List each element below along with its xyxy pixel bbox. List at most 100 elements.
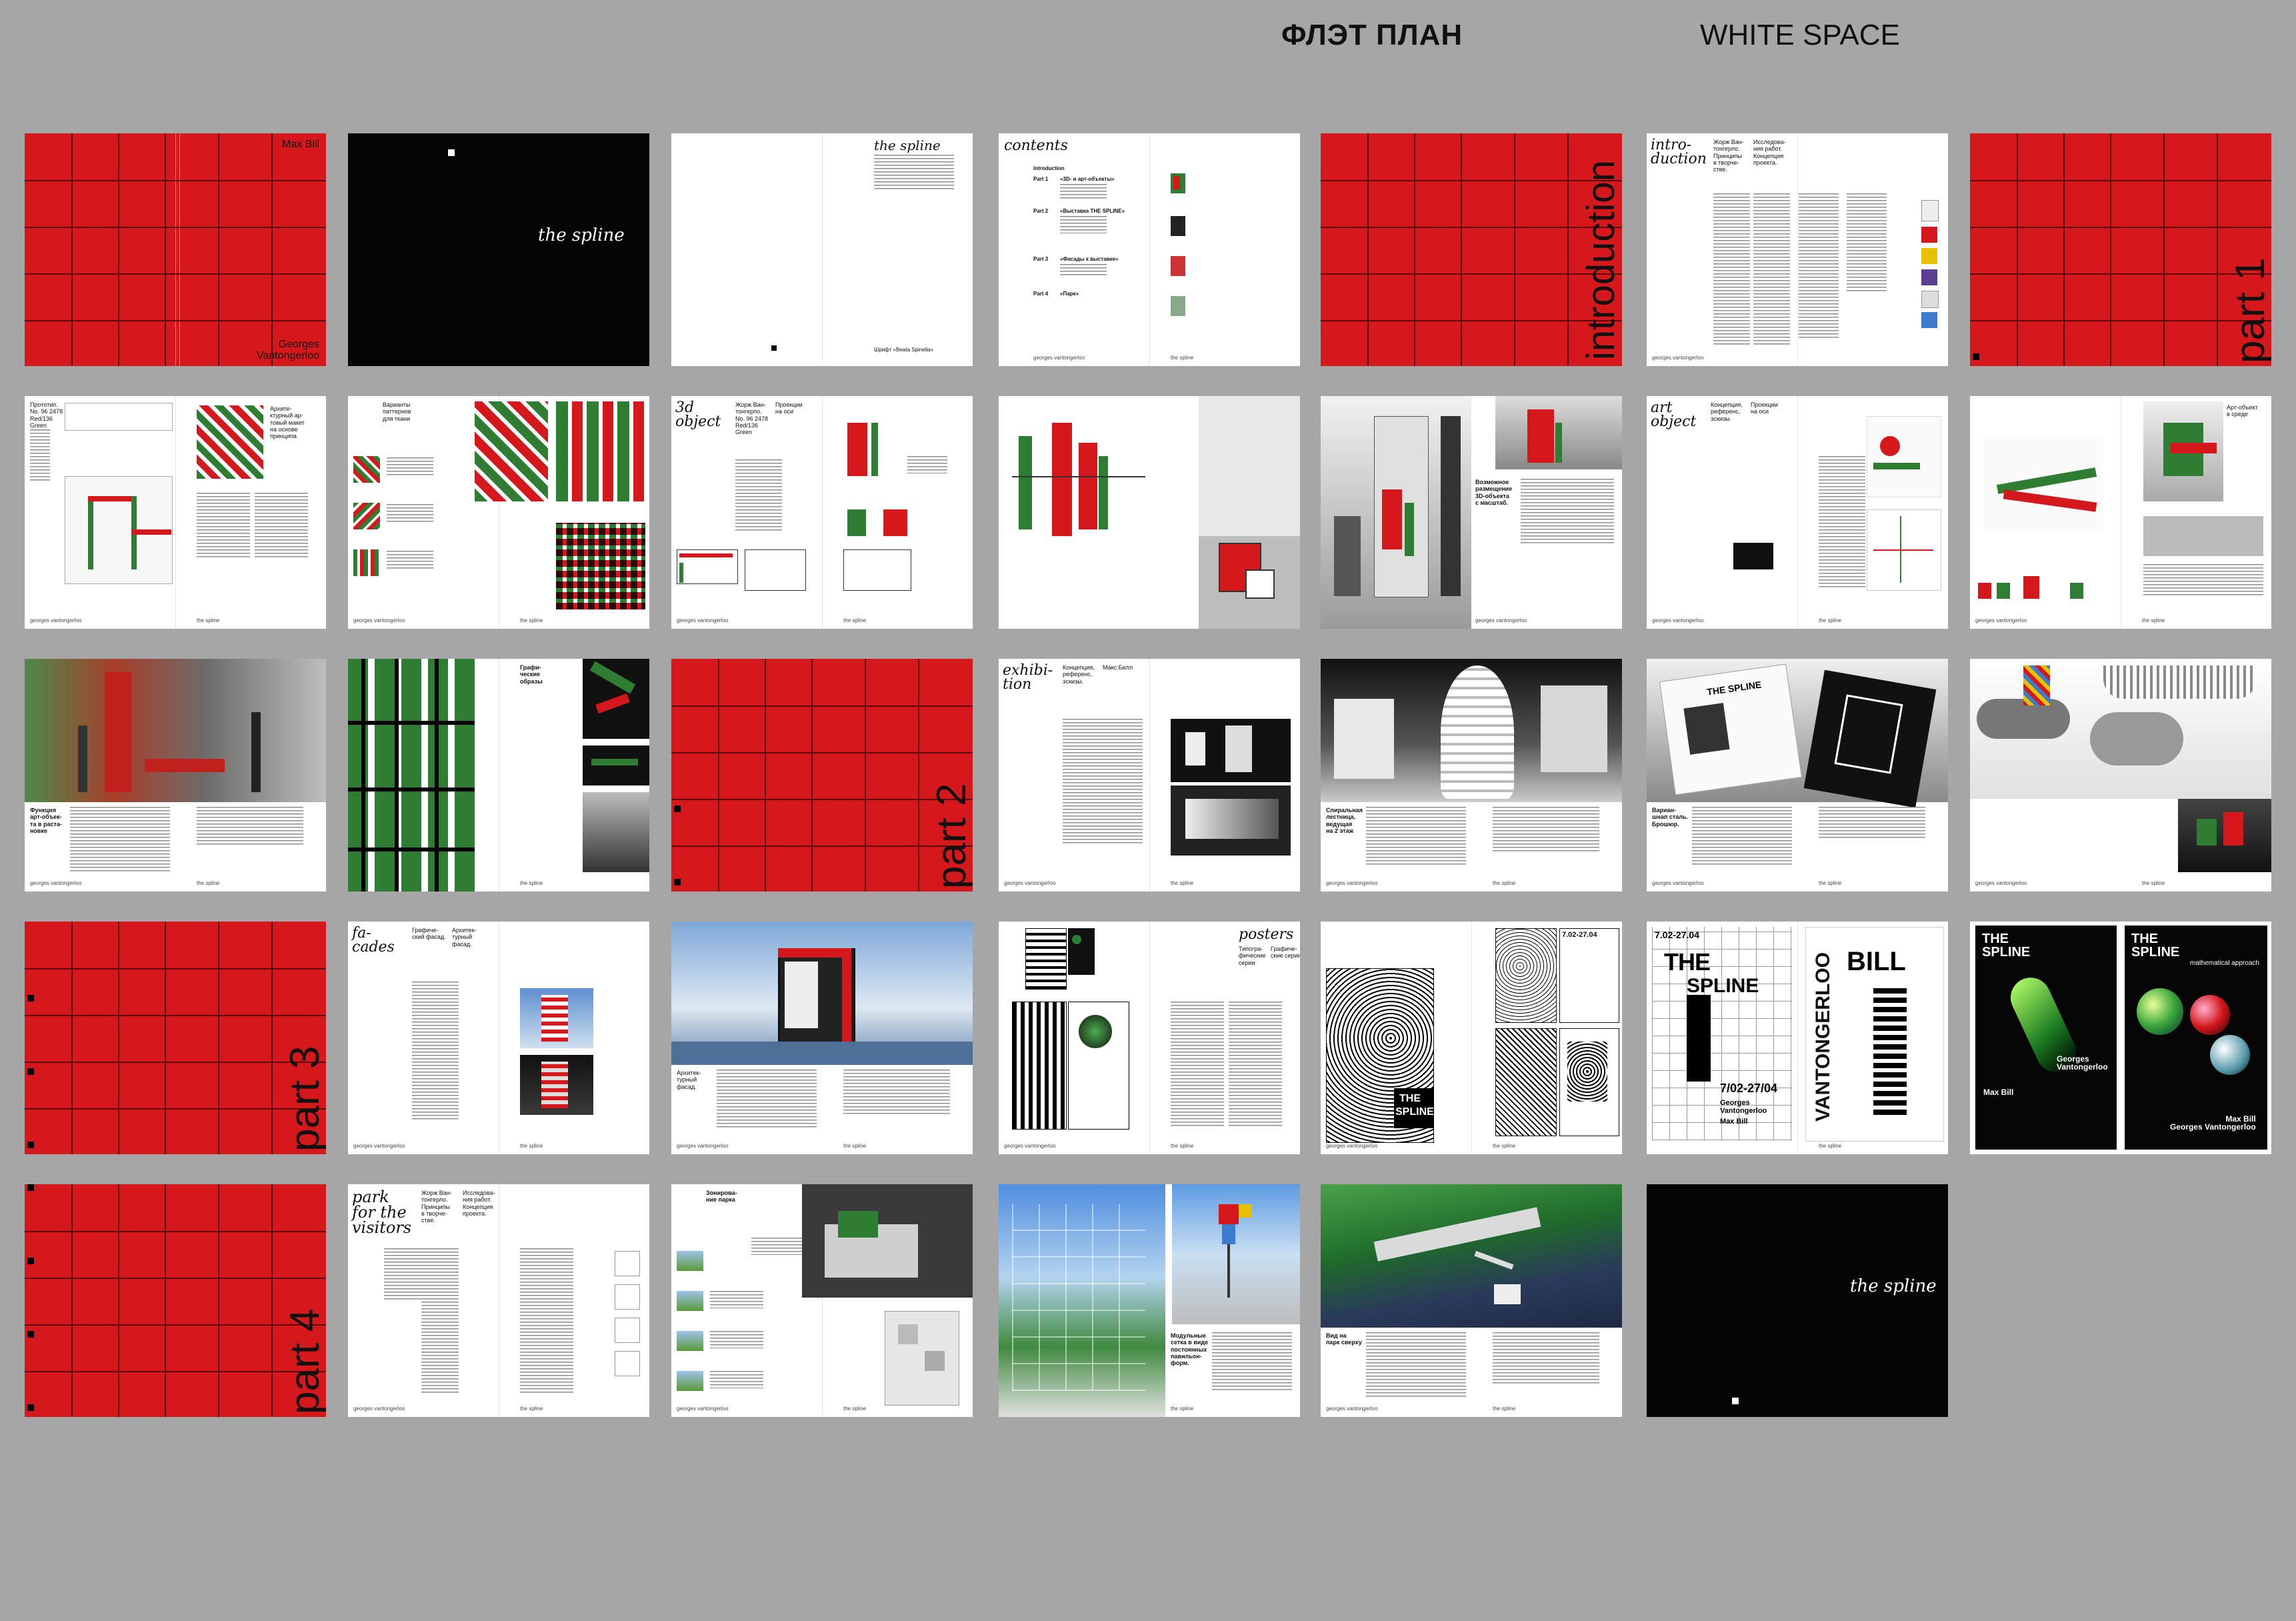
spread-aerial[interactable]: Вид на парк сверху georges vantongerloo …	[1321, 1184, 1622, 1417]
spread-3d-render[interactable]	[999, 396, 1300, 629]
part4-label: part 4	[282, 1308, 326, 1414]
part3-label: part 3	[282, 1046, 326, 1152]
spread-arch-facade[interactable]: Архитек- турный фасад. georges vantonger…	[671, 922, 973, 1154]
arch-facade-label: Архитек- турный фасад.	[677, 1070, 701, 1090]
spread-graphic[interactable]: Графи- ческие образы the spline	[348, 659, 649, 892]
footer-right: the spline	[843, 1406, 867, 1412]
intro-text-col1: Жорж Ван- тонгерло. Принципы в творче- с…	[1713, 139, 1744, 173]
footer-left: georges vantongerloo	[1326, 880, 1378, 886]
facades-title: fa- cades	[352, 925, 395, 956]
spread-art-object-env[interactable]: Арт-объект в среде georges vantongerloo …	[1970, 396, 2271, 629]
spread-introduction[interactable]: introduction	[1321, 133, 1622, 366]
intro-page-footer: Шрифт «Beata Spinella»	[874, 347, 934, 353]
spread-cover[interactable]: Max Bill Georges Vantongerloo	[25, 133, 326, 366]
spread-prototype[interactable]: Прототип. No. 96 2478 Red/136 Green Архи…	[25, 396, 326, 629]
footer-left: georges vantongerloo	[1326, 1143, 1378, 1149]
spread-back[interactable]: the spline	[1647, 1184, 1948, 1417]
spread-zoning[interactable]: Зонирова- ние парка georges vantongerloo…	[671, 1184, 973, 1417]
white-poster-name2: Max Bill	[1720, 1118, 1748, 1126]
posters-col2: Графиче- ские серии	[1271, 946, 1300, 960]
spread-patterns[interactable]: Варианты паттернов для ткани georges van…	[348, 396, 649, 629]
footer-right: the spline	[520, 1406, 543, 1412]
footer-left: georges vantongerloo	[30, 617, 82, 623]
spread-introduction-text[interactable]: intro- duction Жорж Ван- тонгерло. Принц…	[1647, 133, 1948, 366]
footer-right: the spline	[520, 1143, 543, 1149]
exhibition-col1: Концепция, референс, эскизы.	[1063, 664, 1095, 685]
spread-title[interactable]: the spline	[348, 133, 649, 366]
footer-left: georges vantongerloo	[30, 880, 82, 886]
footer-right: the spline	[2142, 617, 2165, 623]
part2-label: part 2	[929, 783, 973, 889]
contents-title: contents	[1004, 137, 1068, 154]
spread-contents[interactable]: contents Introduction Part 1 «3D- и арт-…	[999, 133, 1300, 366]
contents-item-part3: Part 3	[1033, 256, 1049, 262]
object3d-col2: Проекции на оси	[775, 401, 803, 415]
white-poster-the: THE	[1664, 948, 1711, 976]
flat-plan-heading: ФЛЭТ ПЛАН	[1281, 19, 1463, 51]
contents-item-part4: Part 4	[1033, 291, 1049, 297]
spread-typo-posters[interactable]: THE SPLINE 7.02-27.04 georges vantongerl…	[1321, 922, 1622, 1154]
spread-modular[interactable]: Модульные сетка в виде постоянных павиль…	[999, 1184, 1300, 1417]
white-poster-vantongerloo: VANTONGERLOO	[1812, 952, 1834, 1122]
spread-black-posters[interactable]: THE SPLINE Georges Vantongerloo Max Bill…	[1970, 922, 2271, 1154]
posters-title: posters	[1239, 926, 1294, 943]
footer-left: georges vantongerloo	[1004, 880, 1056, 886]
artobject-col1: Концепция, референс, эскизы.	[1711, 401, 1743, 422]
prototype-label2: Архите- ктурный ар- товый макет на основ…	[270, 405, 305, 440]
graphic-label: Графи- ческие образы	[520, 664, 543, 685]
intro-text-col2: Исследова- ния работ. Концепция проекта.	[1753, 139, 1786, 167]
footer-left: georges vantongerloo	[353, 617, 405, 623]
spread-part1[interactable]: part 1	[1970, 133, 2271, 366]
black-poster1-names: Georges Vantongerloo	[2057, 1054, 2108, 1072]
spread-part3[interactable]: part 3	[25, 922, 326, 1154]
spread-art-object[interactable]: art object Концепция, референс, эскизы. …	[1647, 396, 1948, 629]
spread-possible-placement[interactable]: Возможное размещение 3D-объекта с масшта…	[1321, 396, 1622, 629]
spread-facades[interactable]: fa- cades Графиче- ский фасад. Архитек- …	[348, 922, 649, 1154]
intro-text-title: intro- duction	[1651, 137, 1707, 167]
spread-catalog[interactable]: THE SPLINE Вариан- шнап сталь. Брошюр. g…	[1647, 659, 1948, 892]
artobject-env-label: Арт-объект в среде	[2227, 404, 2258, 418]
contents-item-part2: Part 2	[1033, 208, 1049, 214]
spread-park[interactable]: park for the visitors Жорж Ван- тонгерло…	[348, 1184, 649, 1417]
white-poster-name1: Georges Vantongerloo	[1720, 1099, 1767, 1115]
typo-poster-date: 7.02-27.04	[1562, 931, 1597, 939]
spread-function[interactable]: Функция арт-объек- та в раста- новке geo…	[25, 659, 326, 892]
spread-part4[interactable]: part 4	[25, 1184, 326, 1417]
footer-left: georges vantongerloo	[677, 617, 729, 623]
typo-poster-spline: SPLINE	[1395, 1106, 1434, 1118]
prototype-label: Прототип. No. 96 2478 Red/136 Green	[30, 401, 63, 429]
footer-left: georges vantongerloo	[1004, 1143, 1056, 1149]
footer-right: the spline	[520, 880, 543, 886]
black-poster2-title: THE SPLINE	[2131, 932, 2180, 960]
spread-spiral[interactable]: Спиральная лестница, ведущая на 2 этаж g…	[1321, 659, 1622, 892]
footer-right: the spline	[843, 617, 867, 623]
black-poster2-names: Max Bill Georges Vantongerloo	[2170, 1114, 2256, 1132]
artobject-title: art object	[1651, 399, 1697, 430]
black-poster1-max: Max Bill	[1983, 1088, 2014, 1097]
posters-col1: Типогра- фические серии	[1239, 946, 1266, 966]
white-poster-date2: 7/02-27/04	[1720, 1082, 1778, 1095]
spread-exhibition[interactable]: exhibi- tion Концепция, референс, эскизы…	[999, 659, 1300, 892]
footer-right: the spline	[2142, 880, 2165, 886]
footer-right: the spline	[520, 617, 543, 623]
exhibition-title: exhibi- tion	[1003, 662, 1053, 693]
contents-sub4: «Парк»	[1060, 291, 1079, 297]
contents-sub3: «Фасады к выставке»	[1060, 256, 1119, 262]
back-title: the spline	[1850, 1276, 1937, 1296]
spread-3d-object[interactable]: 3d object Жорж Ван- тонгерло. No. 96 247…	[671, 396, 973, 629]
facades-col1: Графиче- ский фасад.	[412, 927, 446, 941]
facades-col2: Архитек- турный фасад.	[452, 927, 477, 948]
spread-part2[interactable]: part 2	[671, 659, 973, 892]
spread-intro-page[interactable]: the spline Шрифт «Beata Spinella»	[671, 133, 973, 366]
intro-page-title: the spline	[874, 137, 941, 153]
part1-label: part 1	[2227, 257, 2271, 363]
park-col1: Жорж Ван- тонгерло. Принципы в творче- с…	[421, 1190, 452, 1224]
footer-right: the spline	[1171, 1406, 1194, 1412]
spread-render[interactable]: georges vantongerloo the spline	[1970, 659, 2271, 892]
contents-sub2: «Выставка THE SPLINE»	[1060, 208, 1125, 214]
spread-posters[interactable]: posters Типогра- фические серии Графиче-…	[999, 922, 1300, 1154]
footer-left: georges vantongerloo	[677, 1143, 729, 1149]
spread-white-posters[interactable]: 7.02-27.04 THE SPLINE 7/02-27/04 Georges…	[1647, 922, 1948, 1154]
white-poster-spline: SPLINE	[1687, 975, 1759, 997]
exhibition-col2: Макс Билл	[1103, 664, 1133, 671]
